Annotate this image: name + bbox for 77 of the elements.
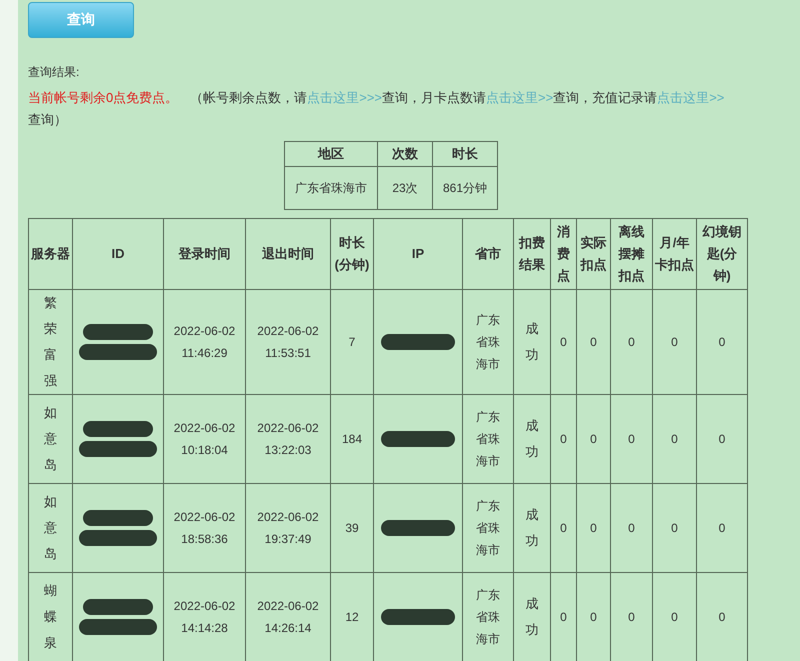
table-cell-text: 广东省珠海市 <box>476 312 500 373</box>
table-cell: 0 <box>628 521 635 535</box>
redaction-mark <box>83 510 153 526</box>
table-cell: 0 <box>671 610 678 624</box>
query-button[interactable]: 查询 <box>28 2 134 38</box>
table-cell-text: 广东省珠海市 <box>476 587 500 648</box>
table-cell: 0 <box>718 432 726 446</box>
column-header: 服务器 <box>28 218 72 290</box>
notice-text: （帐号剩余点数，请 <box>190 90 308 105</box>
table-cell: 12 <box>345 610 359 624</box>
column-header: 离线摆摊扣点 <box>610 218 652 290</box>
redaction-mark <box>83 324 153 340</box>
column-header: 退出时间 <box>246 218 330 290</box>
table-cell: 0 <box>718 521 726 535</box>
table-cell-text: 成功 <box>526 595 538 639</box>
table-cell: 0 <box>560 335 567 349</box>
table-cell: 0 <box>560 610 567 624</box>
table-cell: 广东省珠海市 <box>284 166 378 210</box>
column-header: ID <box>72 218 164 290</box>
column-header: 地区 <box>284 142 378 166</box>
column-header: IP <box>374 218 462 290</box>
table-cell: 0 <box>718 335 726 349</box>
table-cell: 0 <box>560 432 567 446</box>
table-cell-text: 成功 <box>526 320 538 364</box>
column-header: 消费点 <box>550 218 576 290</box>
table-cell-text: 2022-06-02 14:26:14 <box>256 598 320 637</box>
query-link[interactable]: 点击这里>> <box>657 90 724 105</box>
table-cell: 0 <box>671 432 678 446</box>
table-cell-text: 繁荣富强 <box>44 294 57 390</box>
table-cell-text: 2022-06-02 11:46:29 <box>172 323 236 362</box>
table-cell-text: 2022-06-02 18:58:36 <box>172 509 236 548</box>
table-cell: 0 <box>628 432 635 446</box>
table-cell: 39 <box>345 521 359 535</box>
table-cell: 0 <box>560 521 567 535</box>
table-cell-text: 2022-06-02 10:18:04 <box>172 420 236 459</box>
column-header: 时长(分钟) <box>330 218 374 290</box>
table-cell-text: 如意岛 <box>44 404 57 474</box>
remaining-points-text: 当前帐号剩余0点免费点。 <box>28 90 178 105</box>
table-cell-text: 2022-06-02 19:37:49 <box>256 509 320 548</box>
column-header: 省市 <box>462 218 514 290</box>
table-cell: 184 <box>342 432 362 446</box>
column-header: 时长 <box>432 142 498 166</box>
table-cell: 23次 <box>378 166 432 210</box>
table-cell-text: 广东省珠海市 <box>476 498 500 559</box>
table-cell-text: 蝴蝶泉 <box>44 582 57 652</box>
table-cell-text: 成功 <box>526 506 538 550</box>
table-cell: 0 <box>718 610 726 624</box>
table-cell: 7 <box>348 335 356 349</box>
table-cell-text: 如意岛 <box>44 493 57 563</box>
table-cell-text: 2022-06-02 13:22:03 <box>256 420 320 459</box>
table-cell-text: 成功 <box>526 417 538 461</box>
table-cell-text: 2022-06-02 14:14:28 <box>172 598 236 637</box>
query-link[interactable]: 点击这里>> <box>486 90 554 105</box>
notice-text: 查询，月卡点数请 <box>382 90 486 105</box>
table-cell: 0 <box>590 335 597 349</box>
table-cell: 0 <box>590 610 597 624</box>
table-cell-text: 2022-06-02 11:53:51 <box>256 323 320 362</box>
table-cell: 0 <box>590 432 597 446</box>
table-cell: 0 <box>671 521 678 535</box>
table-cell: 0 <box>628 610 635 624</box>
redaction-mark <box>83 421 153 437</box>
query-link[interactable]: 点击这里>>> <box>307 90 382 105</box>
table-cell: 0 <box>671 335 678 349</box>
column-header: 登录时间 <box>164 218 246 290</box>
table-cell: 0 <box>590 521 597 535</box>
column-header: 幻境钥匙(分钟) <box>696 218 748 290</box>
redaction-mark <box>83 599 153 615</box>
table-cell: 861分钟 <box>432 166 498 210</box>
notice-text: 查询） <box>28 112 67 127</box>
table-cell: 0 <box>628 335 635 349</box>
column-header: 扣费结果 <box>514 218 550 290</box>
column-header: 次数 <box>378 142 432 166</box>
table-cell-text: 广东省珠海市 <box>476 409 500 470</box>
notice-text: 查询，充值记录请 <box>553 90 658 105</box>
column-header: 月/年卡扣点 <box>652 218 696 290</box>
column-header: 实际扣点 <box>576 218 610 290</box>
result-label: 查询结果: <box>28 64 80 81</box>
